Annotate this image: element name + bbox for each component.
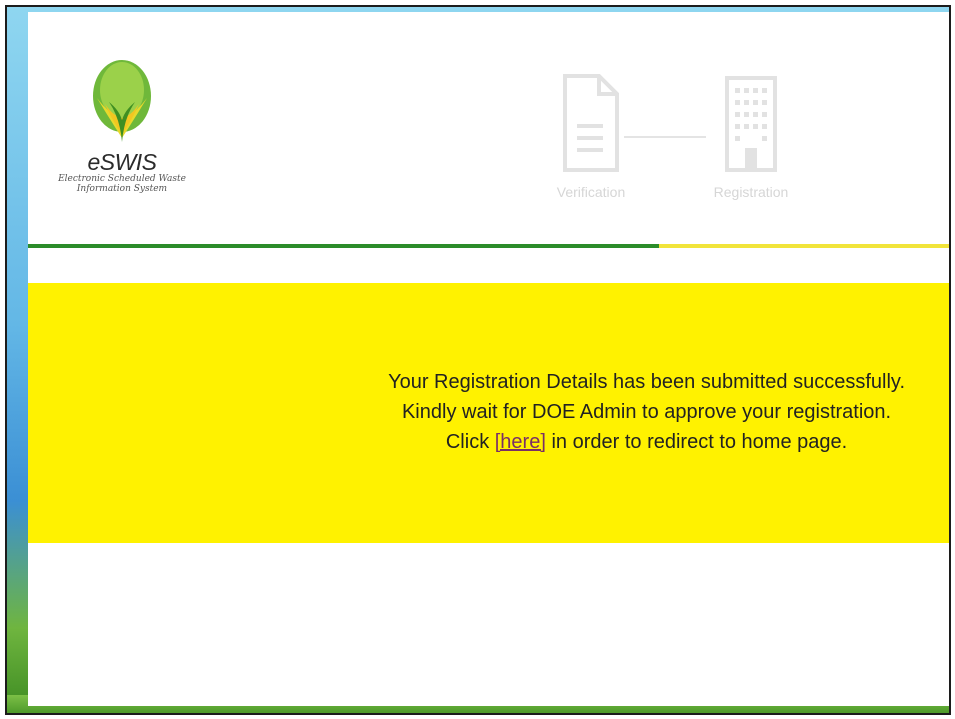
registration-progress-bar (28, 244, 949, 248)
notice-line-1: Your Registration Details has been submi… (388, 371, 905, 393)
logo-subtitle-line2: Information System (76, 184, 168, 194)
step-registration: Registration (696, 74, 806, 200)
notice-line-3: Click [here] in order to redirect to hom… (388, 427, 905, 457)
eswis-logo: eSWIS Electronic Scheduled Waste Informa… (52, 58, 192, 194)
step-connector (624, 136, 706, 138)
leaf-logo-icon (93, 60, 151, 142)
notice-line-3-suffix: in order to redirect to home page. (545, 431, 848, 453)
step-label-registration: Registration (713, 184, 789, 200)
building-icon (725, 76, 777, 172)
success-notice: Your Registration Details has been submi… (28, 283, 949, 543)
logo-title: eSWIS (87, 149, 157, 175)
home-page-link[interactable]: [here] (495, 431, 546, 453)
slide-frame: eSWIS Electronic Scheduled Waste Informa… (5, 5, 951, 715)
registration-panel: eSWIS Electronic Scheduled Waste Informa… (28, 12, 949, 706)
step-label-verification: Verification (556, 184, 626, 200)
document-icon (563, 74, 619, 172)
notice-line-3-prefix: Click (445, 431, 495, 453)
notice-message: Your Registration Details has been submi… (388, 367, 905, 457)
notice-line-2: Kindly wait for DOE Admin to approve you… (401, 401, 892, 423)
logo-subtitle-line1: Electronic Scheduled Waste (58, 174, 186, 184)
progress-bar-fill (28, 244, 659, 248)
